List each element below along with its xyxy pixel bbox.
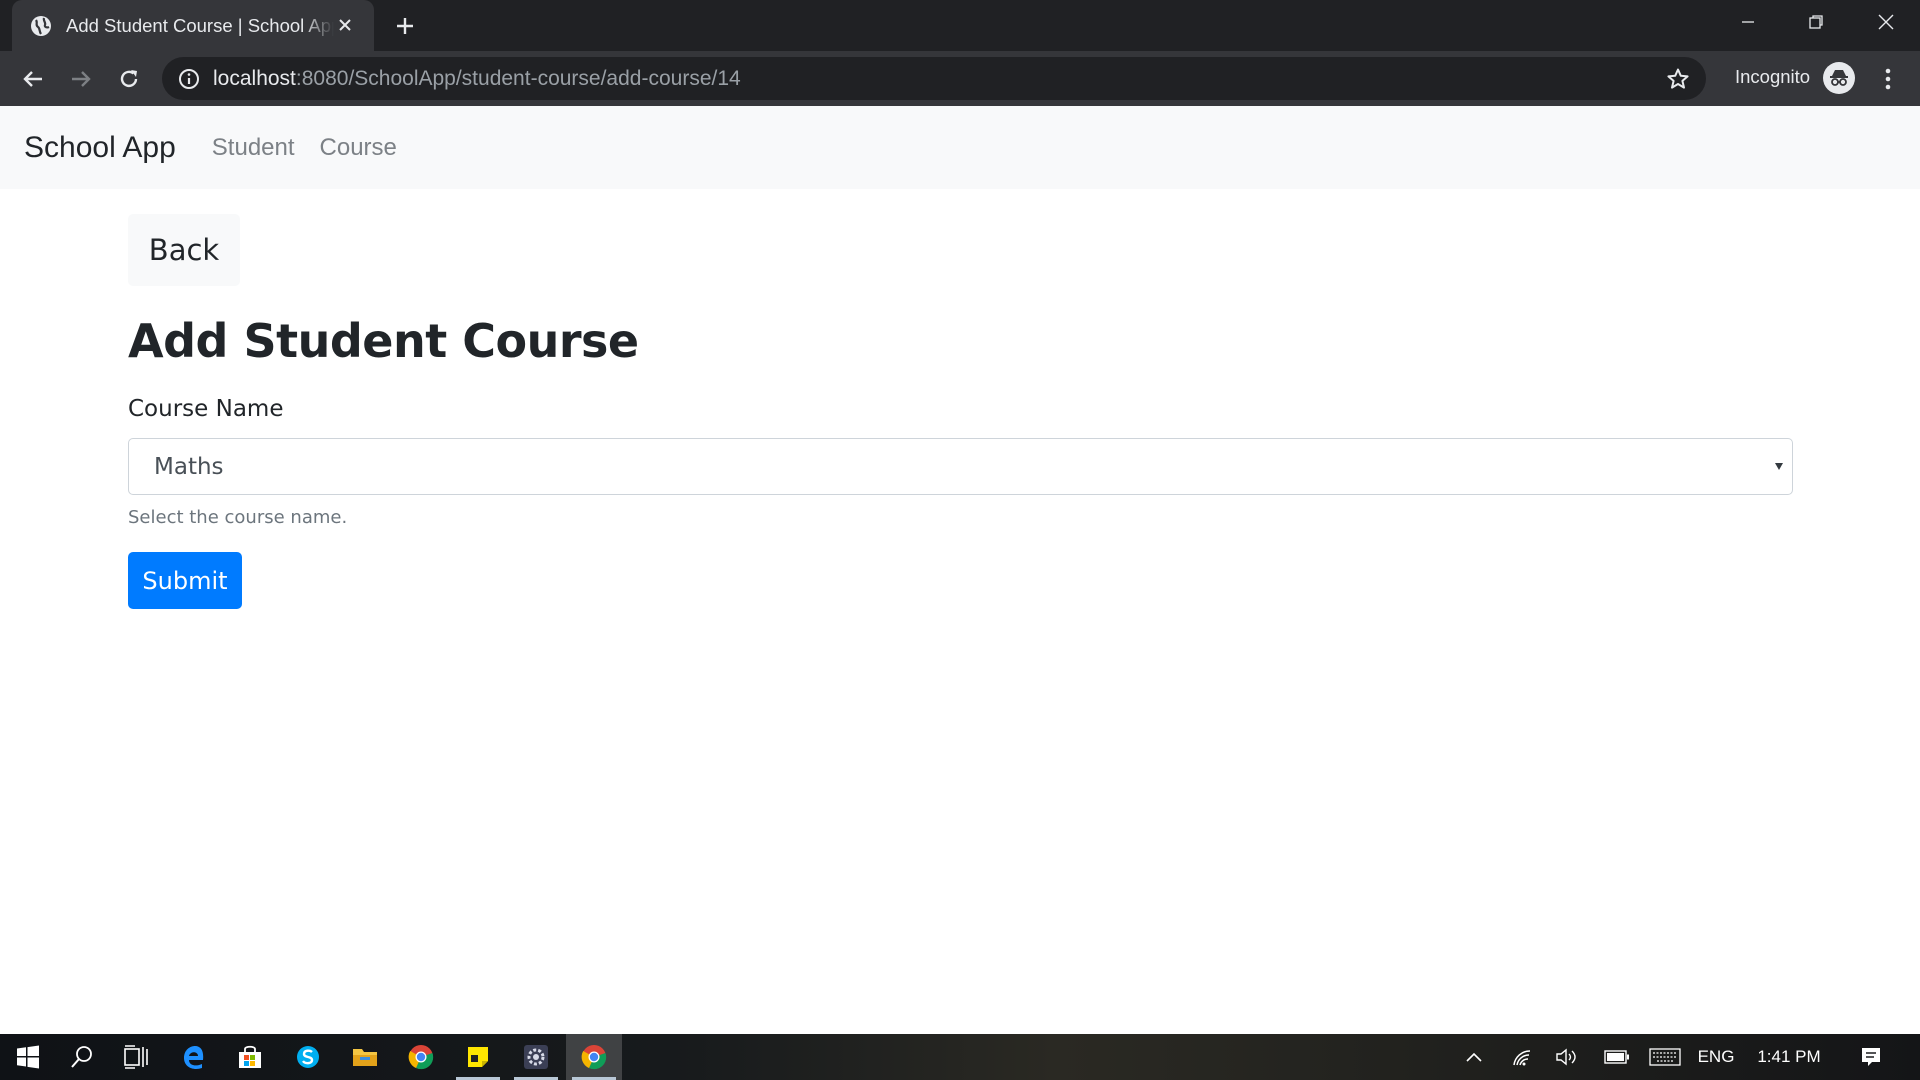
nav-link-course[interactable]: Course: [320, 134, 397, 162]
windows-taskbar: ENG 1:41 PM: [0, 1034, 1920, 1080]
url-path: :8080/SchoolApp/student-course/add-cours…: [295, 66, 741, 90]
incognito-icon[interactable]: [1823, 62, 1855, 94]
course-name-help-text: Select the course name.: [128, 507, 348, 528]
search-icon[interactable]: [54, 1034, 110, 1080]
back-button[interactable]: Back: [128, 214, 240, 286]
browser-tab[interactable]: Add Student Course | School App: [12, 0, 374, 51]
action-center-icon[interactable]: [1855, 1034, 1887, 1080]
sticky-notes-icon[interactable]: [450, 1034, 506, 1080]
main-content: Back Add Student Course Course Name Math…: [128, 214, 1793, 609]
language-text: ENG: [1697, 1047, 1735, 1066]
chrome-active-icon[interactable]: [566, 1034, 622, 1080]
nav-link-student[interactable]: Student: [212, 134, 295, 162]
volume-icon[interactable]: [1553, 1034, 1581, 1080]
submit-button[interactable]: Submit: [128, 552, 242, 609]
more-menu-icon[interactable]: [1876, 63, 1900, 95]
page-title: Add Student Course: [128, 314, 639, 368]
file-explorer-icon[interactable]: [337, 1034, 393, 1080]
course-name-value: Maths: [154, 453, 224, 480]
browser-toolbar: localhost:8080/SchoolApp/student-course/…: [0, 51, 1920, 106]
clock[interactable]: 1:41 PM: [1752, 1034, 1826, 1080]
language-indicator[interactable]: ENG: [1695, 1034, 1737, 1080]
course-name-select[interactable]: Maths: [128, 438, 1793, 495]
new-tab-icon[interactable]: [391, 12, 419, 40]
skype-icon[interactable]: [280, 1034, 336, 1080]
minimize-icon[interactable]: [1714, 0, 1782, 44]
forward-arrow-icon[interactable]: [65, 63, 97, 95]
network-icon[interactable]: [1508, 1034, 1536, 1080]
settings-app-icon[interactable]: [508, 1034, 564, 1080]
windows-start-icon[interactable]: [0, 1034, 56, 1080]
back-arrow-icon[interactable]: [17, 63, 49, 95]
url-host: localhost: [213, 66, 296, 90]
battery-icon[interactable]: [1603, 1034, 1631, 1080]
address-bar[interactable]: localhost:8080/SchoolApp/student-course/…: [162, 57, 1706, 100]
close-window-icon[interactable]: [1852, 0, 1920, 44]
clock-time: 1:41 PM: [1757, 1047, 1821, 1066]
navbar-brand[interactable]: School App: [24, 131, 176, 165]
reload-icon[interactable]: [113, 63, 145, 95]
restore-icon[interactable]: [1782, 0, 1850, 44]
keyboard-icon[interactable]: [1648, 1034, 1682, 1080]
bookmark-star-icon[interactable]: [1666, 67, 1690, 91]
store-icon[interactable]: [222, 1034, 278, 1080]
close-tab-icon[interactable]: [334, 14, 356, 36]
app-navbar: School App Student Course: [0, 106, 1920, 189]
course-name-label: Course Name: [128, 396, 284, 422]
edge-icon[interactable]: [166, 1034, 222, 1080]
show-hidden-icons-icon[interactable]: [1460, 1034, 1488, 1080]
browser-titlebar: Add Student Course | School App: [0, 0, 1920, 51]
dropdown-arrow-icon: [1774, 461, 1784, 471]
globe-icon: [30, 15, 52, 37]
site-info-icon[interactable]: [178, 68, 200, 90]
chrome-icon[interactable]: [393, 1034, 449, 1080]
incognito-label: Incognito: [1735, 66, 1811, 87]
tab-title: Add Student Course | School App: [66, 14, 334, 36]
task-view-icon[interactable]: [108, 1034, 164, 1080]
